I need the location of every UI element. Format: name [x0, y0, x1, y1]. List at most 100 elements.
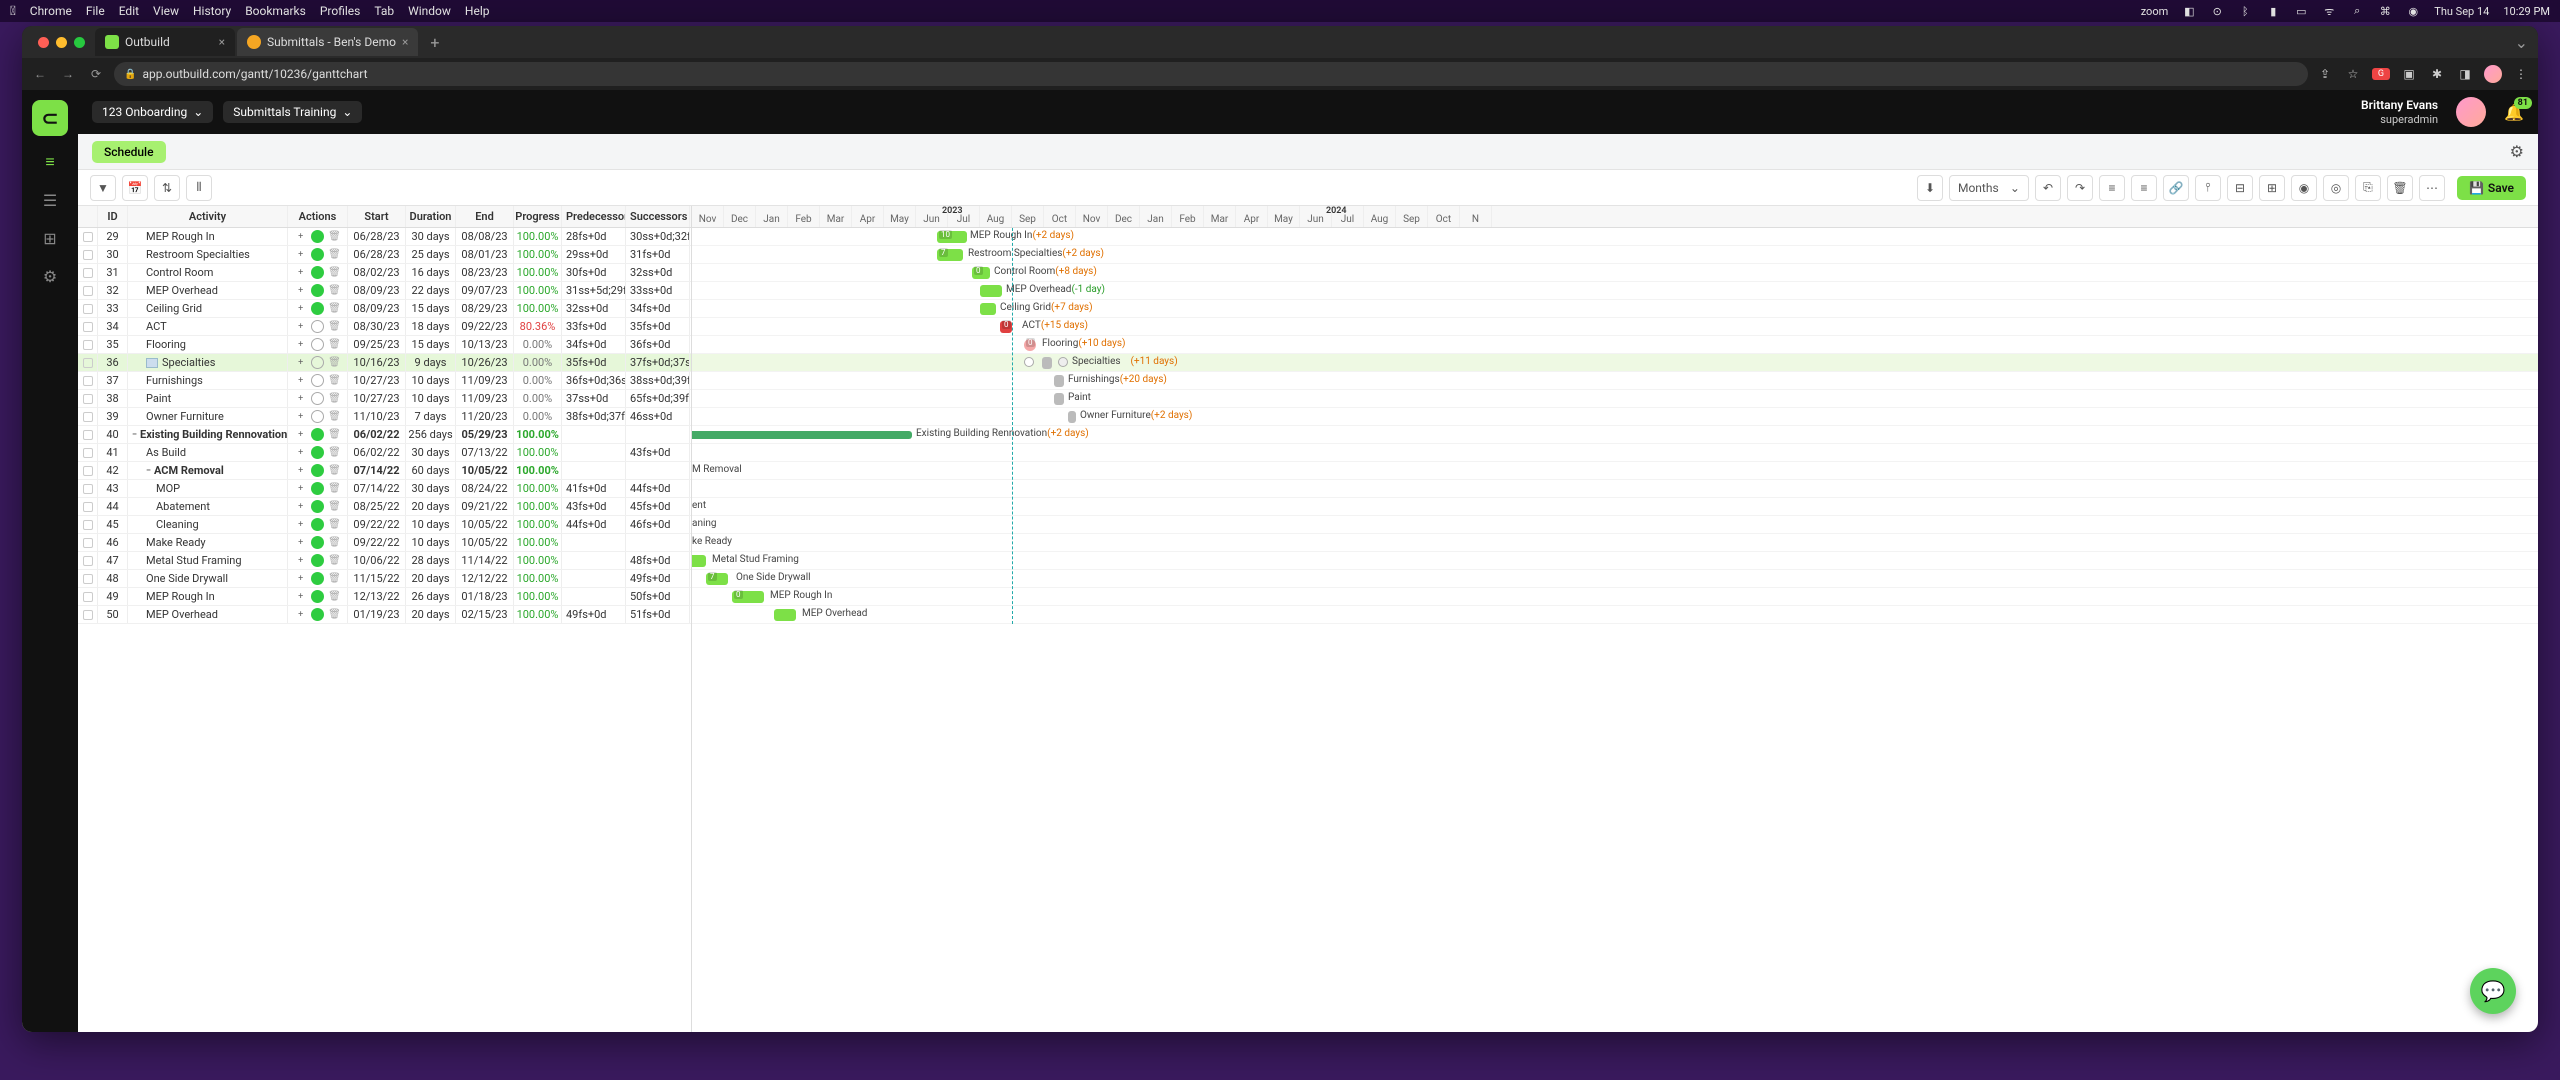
- cell-pred[interactable]: 44fs+0d: [562, 516, 626, 533]
- cell-end[interactable]: 10/05/22: [456, 462, 514, 479]
- cell-end[interactable]: 10/13/23: [456, 336, 514, 353]
- add-icon[interactable]: +: [294, 356, 307, 369]
- trash-icon[interactable]: 🗑: [328, 591, 341, 602]
- cell-activity[interactable]: MEP Overhead: [128, 282, 288, 299]
- table-row[interactable]: 45Cleaning+🗑09/22/2210 days10/05/22100.0…: [78, 516, 691, 534]
- screen-record-icon[interactable]: ⊙: [2210, 4, 2224, 18]
- cell-pred[interactable]: [562, 444, 626, 461]
- cell-start[interactable]: 10/27/23: [348, 390, 406, 407]
- sort-button[interactable]: ⇅: [154, 175, 180, 201]
- cell-duration[interactable]: 18 days: [406, 318, 456, 335]
- trash-icon[interactable]: 🗑: [328, 483, 341, 494]
- status-icon[interactable]: [311, 464, 324, 477]
- add-icon[interactable]: +: [294, 446, 307, 459]
- cell-progress[interactable]: 100.00%: [514, 516, 562, 533]
- status-icon[interactable]: [311, 230, 324, 243]
- cell-end[interactable]: 11/20/23: [456, 408, 514, 425]
- cell-start[interactable]: 09/22/22: [348, 534, 406, 551]
- add-icon[interactable]: +: [294, 500, 307, 513]
- avatar[interactable]: [2456, 97, 2486, 127]
- cell-pred[interactable]: 31ss+5d;29fs: [562, 282, 626, 299]
- trash-icon[interactable]: 🗑: [328, 267, 341, 278]
- reload-button[interactable]: ⟳: [86, 67, 106, 81]
- trash-icon[interactable]: 🗑: [328, 231, 341, 242]
- cell-progress[interactable]: 80.36%: [514, 318, 562, 335]
- cell-progress[interactable]: 100.00%: [514, 444, 562, 461]
- cell-pred[interactable]: 49fs+0d: [562, 606, 626, 623]
- col-activity[interactable]: Activity: [128, 206, 288, 227]
- copy-button[interactable]: ⎘: [2355, 175, 2381, 201]
- nav-settings-icon[interactable]: ⚙: [38, 264, 62, 288]
- cell-succ[interactable]: 44fs+0d: [626, 480, 690, 497]
- cell-start[interactable]: 12/13/22: [348, 588, 406, 605]
- cell-duration[interactable]: 10 days: [406, 516, 456, 533]
- add-icon[interactable]: +: [294, 392, 307, 405]
- cell-activity[interactable]: MEP Rough In: [128, 228, 288, 245]
- status-icon[interactable]: [311, 338, 324, 351]
- status-icon[interactable]: [311, 410, 324, 423]
- add-icon[interactable]: +: [294, 320, 307, 333]
- status-icon[interactable]: [311, 536, 324, 549]
- trash-icon[interactable]: 🗑: [328, 609, 341, 620]
- close-window[interactable]: [38, 37, 49, 48]
- tab-schedule[interactable]: Schedule: [92, 141, 166, 163]
- cell-start[interactable]: 10/27/23: [348, 372, 406, 389]
- cell-activity[interactable]: Owner Furniture: [128, 408, 288, 425]
- status-icon[interactable]: [311, 482, 324, 495]
- task-bar[interactable]: 0: [972, 267, 990, 279]
- nav-list-icon[interactable]: ☰: [38, 188, 62, 212]
- tab-submittals[interactable]: Submittals - Ben's Demo ×: [237, 28, 418, 56]
- cell-start[interactable]: 07/14/22: [348, 462, 406, 479]
- cell-start[interactable]: 10/16/23: [348, 354, 406, 371]
- table-row[interactable]: 46Make Ready+🗑09/22/2210 days10/05/22100…: [78, 534, 691, 552]
- app-name[interactable]: Chrome: [30, 4, 72, 18]
- table-row[interactable]: 29MEP Rough In+🗑06/28/2330 days08/08/231…: [78, 228, 691, 246]
- cell-end[interactable]: 08/23/23: [456, 264, 514, 281]
- cell-end[interactable]: 08/01/23: [456, 246, 514, 263]
- cell-pred[interactable]: 28fs+0d: [562, 228, 626, 245]
- task-bar[interactable]: 10: [937, 231, 967, 243]
- menu-edit[interactable]: Edit: [119, 4, 139, 18]
- cell-duration[interactable]: 28 days: [406, 552, 456, 569]
- table-row[interactable]: 38Paint+🗑10/27/2310 days11/09/230.00%37s…: [78, 390, 691, 408]
- row-checkbox[interactable]: [83, 412, 93, 422]
- cell-progress[interactable]: 100.00%: [514, 498, 562, 515]
- cell-start[interactable]: 08/02/23: [348, 264, 406, 281]
- cell-progress[interactable]: 100.00%: [514, 228, 562, 245]
- baseline-button[interactable]: ◎: [2323, 175, 2349, 201]
- expand-button[interactable]: ⊟: [2227, 175, 2253, 201]
- table-row[interactable]: 32MEP Overhead+🗑08/09/2322 days09/07/231…: [78, 282, 691, 300]
- task-bar[interactable]: [980, 285, 1002, 297]
- status-icon[interactable]: [311, 320, 324, 333]
- tab-overflow-icon[interactable]: ⌄: [2505, 33, 2538, 52]
- unlink-button[interactable]: ⫯: [2195, 175, 2221, 201]
- cell-end[interactable]: 08/24/22: [456, 480, 514, 497]
- cell-start[interactable]: 08/30/23: [348, 318, 406, 335]
- col-succ[interactable]: Successors: [626, 206, 690, 227]
- cell-progress[interactable]: 100.00%: [514, 588, 562, 605]
- maximize-window[interactable]: [74, 37, 85, 48]
- col-id[interactable]: ID: [98, 206, 128, 227]
- menu-bookmarks[interactable]: Bookmarks: [245, 4, 306, 18]
- task-bar[interactable]: [1054, 393, 1064, 405]
- add-icon[interactable]: +: [294, 284, 307, 297]
- add-icon[interactable]: +: [294, 590, 307, 603]
- trash-icon[interactable]: 🗑: [328, 393, 341, 404]
- cell-succ[interactable]: 51fs+0d: [626, 606, 690, 623]
- cell-activity[interactable]: As Build: [128, 444, 288, 461]
- cell-progress[interactable]: 100.00%: [514, 300, 562, 317]
- new-tab-button[interactable]: +: [420, 33, 449, 52]
- cell-duration[interactable]: 20 days: [406, 570, 456, 587]
- trash-icon[interactable]: 🗑: [328, 519, 341, 530]
- cell-succ[interactable]: 65fs+0d;39fs+: [626, 390, 690, 407]
- task-bar[interactable]: [980, 303, 996, 315]
- add-icon[interactable]: +: [294, 518, 307, 531]
- cell-pred[interactable]: [562, 570, 626, 587]
- add-icon[interactable]: +: [294, 374, 307, 387]
- breadcrumb-schedule[interactable]: Submittals Training ⌄: [223, 101, 362, 123]
- cell-pred[interactable]: 29ss+0d: [562, 246, 626, 263]
- cell-succ[interactable]: 38ss+0d;39fs: [626, 372, 690, 389]
- task-bar[interactable]: 0: [1024, 339, 1036, 351]
- gantt-row[interactable]: M Removal: [692, 462, 2538, 480]
- collapse-icon[interactable]: −: [146, 466, 151, 476]
